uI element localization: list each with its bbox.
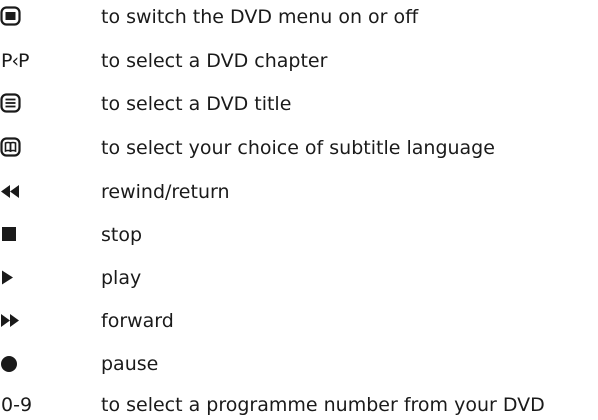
legend-row-description: stop (101, 224, 143, 246)
legend-row-menu: to switch the DVD menu on or off (0, 2, 598, 32)
legend-row-play: play (0, 263, 598, 293)
stop-icon (0, 220, 60, 250)
legend-row-number-keys: 0-9 to select a programme number from yo… (0, 390, 598, 420)
legend-row-description: to switch the DVD menu on or off (101, 6, 419, 28)
legend-row-description: play (101, 267, 142, 289)
legend-row-description: to select a DVD title (101, 93, 292, 115)
pause-icon (0, 349, 60, 379)
legend-row-description: to select your choice of subtitle langua… (101, 137, 495, 159)
legend-row-pause: pause (0, 349, 598, 379)
remote-button-legend: to switch the DVD menu on or off P‹P to … (0, 0, 598, 419)
legend-row-forward: forward (0, 306, 598, 336)
title-select-icon (0, 89, 60, 119)
play-icon (0, 263, 60, 293)
forward-icon (0, 306, 60, 336)
legend-row-stop: stop (0, 220, 598, 250)
legend-row-chapter: P‹P to select a DVD chapter (0, 46, 598, 76)
legend-row-title: to select a DVD title (0, 89, 598, 119)
legend-row-description: forward (101, 310, 174, 332)
legend-row-subtitle: to select your choice of subtitle langua… (0, 133, 598, 163)
number-keys-icon: 0-9 (1, 394, 33, 416)
menu-toggle-icon (0, 2, 60, 32)
legend-row-description: pause (101, 353, 159, 375)
rewind-icon (0, 177, 60, 207)
legend-row-description: rewind/return (101, 181, 230, 203)
legend-row-description: to select a programme number from your D… (101, 394, 545, 416)
chapter-select-icon: P‹P (1, 50, 29, 72)
subtitle-icon (0, 133, 60, 163)
legend-row-rewind: rewind/return (0, 177, 598, 207)
legend-row-description: to select a DVD chapter (101, 50, 328, 72)
